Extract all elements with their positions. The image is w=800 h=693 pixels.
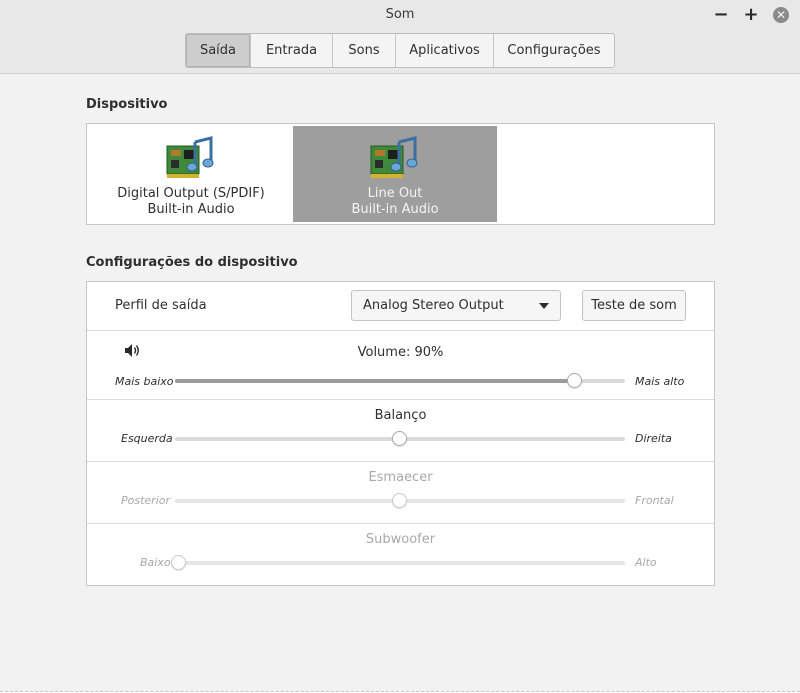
fade-row: Esmaecer Posterior Frontal bbox=[87, 461, 714, 524]
subwoofer-slider bbox=[171, 555, 625, 570]
balance-row: Balanço Esquerda Direita bbox=[87, 399, 714, 462]
sound-card-icon bbox=[166, 136, 214, 178]
chevron-down-icon bbox=[539, 303, 549, 309]
volume-title: Volume: 90% bbox=[357, 345, 444, 360]
balance-slider-handle[interactable] bbox=[392, 431, 407, 446]
device-list: Digital Output (S/PDIF) Built-in Audio L… bbox=[86, 123, 715, 225]
subwoofer-slider-handle bbox=[171, 555, 186, 570]
window-title: Som bbox=[385, 7, 415, 22]
tab-configuracoes[interactable]: Configurações bbox=[493, 34, 614, 67]
fade-slider-handle bbox=[392, 493, 407, 508]
fade-slider bbox=[175, 493, 625, 508]
subwoofer-title: Subwoofer bbox=[365, 532, 436, 547]
balance-left-label: Esquerda bbox=[121, 432, 173, 445]
profile-label: Perfil de saída bbox=[115, 298, 207, 313]
volume-min-label: Mais baixo bbox=[115, 375, 174, 388]
subwoofer-high-label: Alto bbox=[635, 556, 657, 569]
tab-sons[interactable]: Sons bbox=[332, 34, 395, 67]
titlebar: Som − + ✕ Saída Entrada Sons Aplicativos… bbox=[0, 0, 800, 74]
tab-bar: Saída Entrada Sons Aplicativos Configura… bbox=[185, 33, 615, 68]
device-section-title: Dispositivo bbox=[86, 97, 168, 112]
subwoofer-low-label: Baixo bbox=[140, 556, 171, 569]
balance-slider[interactable] bbox=[175, 431, 625, 446]
volume-max-label: Mais alto bbox=[635, 375, 685, 388]
tab-entrada[interactable]: Entrada bbox=[250, 34, 332, 67]
volume-row: Volume: 90% Mais baixo Mais alto bbox=[87, 330, 714, 399]
settings-section-title: Configurações do dispositivo bbox=[86, 255, 298, 270]
fade-rear-label: Posterior bbox=[121, 494, 171, 507]
output-profile-value: Analog Stereo Output bbox=[363, 298, 504, 313]
device-settings-panel: Perfil de saída Analog Stereo Output Tes… bbox=[86, 281, 715, 586]
fade-front-label: Frontal bbox=[635, 494, 674, 507]
sound-test-button[interactable]: Teste de som bbox=[582, 290, 686, 321]
device-digital-output[interactable]: Digital Output (S/PDIF) Built-in Audio bbox=[89, 126, 293, 222]
tab-aplicativos[interactable]: Aplicativos bbox=[395, 34, 493, 67]
volume-slider-handle[interactable] bbox=[567, 373, 582, 388]
device-line-out[interactable]: Line Out Built-in Audio bbox=[293, 126, 497, 222]
fade-title: Esmaecer bbox=[368, 470, 433, 485]
maximize-button[interactable]: + bbox=[741, 5, 761, 25]
device-name: Digital Output (S/PDIF) bbox=[117, 186, 265, 201]
sound-settings-window: Som − + ✕ Saída Entrada Sons Aplicativos… bbox=[0, 0, 800, 692]
close-button[interactable]: ✕ bbox=[773, 7, 789, 23]
balance-right-label: Direita bbox=[635, 432, 672, 445]
device-name: Line Out bbox=[367, 186, 423, 201]
output-profile-dropdown[interactable]: Analog Stereo Output bbox=[351, 290, 561, 321]
device-subtitle: Built-in Audio bbox=[351, 202, 439, 217]
subwoofer-row: Subwoofer Baixo Alto bbox=[87, 523, 714, 586]
device-subtitle: Built-in Audio bbox=[147, 202, 235, 217]
volume-slider-fill bbox=[175, 379, 575, 383]
profile-row: Perfil de saída Analog Stereo Output Tes… bbox=[87, 282, 714, 330]
sound-card-icon bbox=[370, 136, 418, 178]
tab-saida[interactable]: Saída bbox=[186, 34, 250, 67]
volume-slider[interactable] bbox=[175, 373, 625, 388]
balance-title: Balanço bbox=[374, 408, 427, 423]
minimize-button[interactable]: − bbox=[711, 5, 731, 25]
